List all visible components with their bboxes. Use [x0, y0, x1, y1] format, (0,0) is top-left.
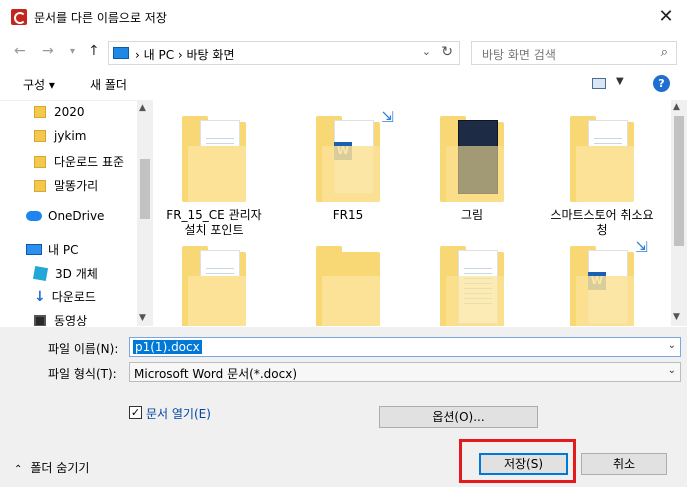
- filetype-select[interactable]: Microsoft Word 문서(*.docx) ⌄: [129, 362, 681, 382]
- scroll-down-icon[interactable]: ▼: [673, 312, 680, 322]
- sidebar-item-jykim[interactable]: jykim: [34, 129, 86, 149]
- pin-icon: ⇲: [635, 238, 648, 256]
- file-item[interactable]: 스마트스토어 취소요청: [547, 116, 657, 238]
- file-item[interactable]: [417, 246, 527, 326]
- sidebar-item-buzzard[interactable]: 말똥가리: [34, 177, 98, 197]
- folder-icon: [440, 246, 504, 326]
- folder-icon: [34, 106, 46, 118]
- sidebar-item-3d-objects[interactable]: 3D 개체: [32, 265, 98, 285]
- chevron-up-icon: ⌃: [14, 464, 23, 475]
- app-icon: [11, 9, 27, 25]
- search-icon[interactable]: ⌕: [661, 45, 668, 60]
- cube-icon: [32, 265, 49, 282]
- command-toolbar: 구성 ▾ 새 폴더 ▼ ?: [0, 69, 687, 99]
- filetype-value: Microsoft Word 문서(*.docx): [134, 367, 297, 381]
- window-title: 문서를 다른 이름으로 저장: [34, 11, 167, 25]
- sidebar-item-onedrive[interactable]: OneDrive: [26, 209, 104, 229]
- refresh-icon[interactable]: ↻: [441, 44, 453, 60]
- recent-locations-button[interactable]: ▾: [70, 46, 75, 57]
- navigation-pane: 2020 jykim 다운로드 표준 말똥가리 OneDrive 내 PC 3D…: [0, 100, 153, 326]
- open-document-checkbox[interactable]: ✓: [129, 406, 142, 419]
- sidebar-item-download-standard[interactable]: 다운로드 표준: [34, 153, 124, 173]
- filename-value[interactable]: p1(1).docx: [133, 340, 202, 354]
- folder-icon: [34, 180, 46, 192]
- file-label: FR15: [332, 208, 364, 222]
- file-label: FR_15_CE 관리자 설치 포인트: [166, 208, 262, 237]
- navigation-bar: ← → ▾ ↑ › 내 PC › 바탕 화면 ⌄ ↻ 바탕 화면 검색 ⌕: [0, 35, 687, 69]
- file-item[interactable]: [159, 246, 269, 326]
- folder-icon: W ⇲: [316, 108, 394, 204]
- file-label: 그림: [460, 208, 484, 222]
- chevron-down-icon[interactable]: ⌄: [668, 365, 676, 376]
- sidebar-item-2020[interactable]: 2020: [34, 105, 85, 125]
- filename-input[interactable]: p1(1).docx ⌄: [129, 337, 681, 357]
- content-scroll-thumb[interactable]: [674, 116, 684, 246]
- download-icon: ↓: [34, 289, 46, 305]
- sidebar-scrollbar[interactable]: ▲ ▼: [137, 101, 153, 326]
- file-item[interactable]: 그림: [417, 116, 527, 223]
- folder-icon: [182, 246, 246, 326]
- view-options-icon[interactable]: [592, 78, 606, 89]
- file-item[interactable]: W ⇲ FR15: [293, 108, 403, 223]
- file-item[interactable]: FR_15_CE 관리자 설치 포인트: [159, 116, 269, 238]
- sidebar-item-videos[interactable]: 동영상: [34, 312, 87, 326]
- computer-icon: [26, 244, 42, 255]
- file-item[interactable]: [293, 246, 403, 326]
- search-placeholder: 바탕 화면 검색: [482, 48, 556, 62]
- filetype-label: 파일 형식(T):: [48, 367, 117, 381]
- file-item[interactable]: W ⇲: [547, 238, 657, 326]
- organize-button[interactable]: 구성 ▾: [23, 76, 55, 93]
- folder-icon: [570, 116, 634, 204]
- computer-icon: [113, 47, 129, 59]
- video-icon: [34, 315, 46, 326]
- title-bar: 문서를 다른 이름으로 저장 ✕: [0, 0, 687, 35]
- folder-icon: [182, 116, 246, 204]
- forward-button[interactable]: →: [42, 43, 54, 59]
- scroll-up-icon[interactable]: ▲: [673, 102, 680, 112]
- up-button[interactable]: ↑: [88, 43, 100, 59]
- help-button[interactable]: ?: [653, 75, 670, 92]
- breadcrumb[interactable]: › 내 PC › 바탕 화면: [135, 46, 235, 63]
- filename-label: 파일 이름(N):: [48, 342, 119, 356]
- view-dropdown-icon[interactable]: ▼: [616, 76, 624, 87]
- folder-icon: [316, 246, 380, 326]
- folder-icon: [440, 116, 504, 204]
- folder-icon: W ⇲: [570, 238, 648, 326]
- chevron-down-icon[interactable]: ⌄: [668, 340, 676, 351]
- file-list-pane: FR_15_CE 관리자 설치 포인트 W ⇲ FR15 그림 스마트스토어 취…: [153, 100, 687, 326]
- open-document-label[interactable]: 문서 열기(E): [146, 405, 211, 422]
- address-dropdown-icon[interactable]: ⌄: [422, 45, 431, 58]
- folder-icon: [34, 130, 46, 142]
- back-button[interactable]: ←: [14, 43, 26, 59]
- folder-icon: [34, 156, 46, 168]
- new-folder-button[interactable]: 새 폴더: [90, 76, 127, 93]
- address-bar[interactable]: › 내 PC › 바탕 화면 ⌄ ↻: [108, 41, 460, 65]
- save-form: 파일 이름(N): p1(1).docx ⌄ 파일 형식(T): Microso…: [0, 327, 687, 487]
- hide-folders-button[interactable]: ⌃ 폴더 숨기기: [14, 459, 89, 476]
- pin-icon: ⇲: [381, 108, 394, 126]
- cloud-icon: [26, 211, 42, 221]
- cancel-button[interactable]: 취소: [581, 453, 667, 475]
- options-button[interactable]: 옵션(O)...: [379, 406, 538, 428]
- sidebar-item-downloads[interactable]: ↓ 다운로드: [34, 288, 96, 308]
- file-label: 스마트스토어 취소요청: [550, 208, 654, 237]
- close-button[interactable]: ✕: [653, 4, 679, 30]
- save-button[interactable]: 저장(S): [479, 453, 568, 475]
- scroll-down-icon[interactable]: ▼: [139, 313, 146, 323]
- content-scrollbar[interactable]: ▲ ▼: [671, 100, 687, 326]
- search-input[interactable]: 바탕 화면 검색 ⌕: [471, 41, 677, 65]
- sidebar-item-this-pc[interactable]: 내 PC: [26, 241, 78, 261]
- scroll-up-icon[interactable]: ▲: [139, 103, 146, 113]
- sidebar-scroll-thumb[interactable]: [140, 159, 150, 219]
